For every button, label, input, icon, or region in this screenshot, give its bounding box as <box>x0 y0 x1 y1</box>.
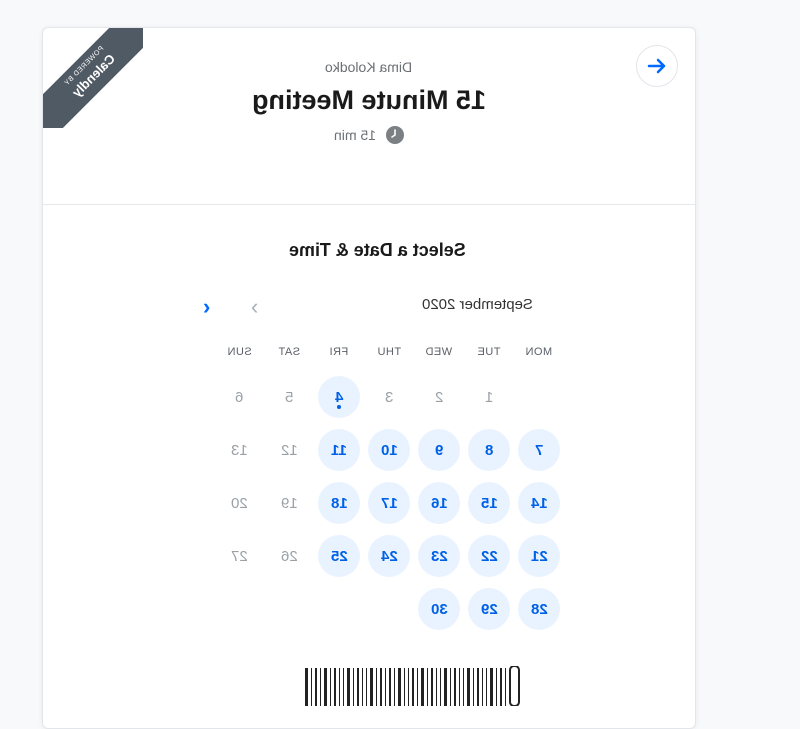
day-21[interactable]: 21 <box>518 535 560 577</box>
day-number: 8 <box>484 441 494 459</box>
month-label-text: September 2020 <box>422 296 533 313</box>
booking-card: POWERED BY Calendly Dima Kolodko 15 Minu… <box>42 27 696 729</box>
day-1: 1 <box>468 376 510 418</box>
event-duration: 15 min <box>43 126 695 147</box>
day-number: 19 <box>280 494 298 512</box>
day-number: 6 <box>234 388 244 406</box>
event-owner-text: Dima Kolodko <box>325 59 413 75</box>
day-number: 23 <box>430 547 448 565</box>
day-25[interactable]: 25 <box>318 535 360 577</box>
clock-icon <box>385 126 404 147</box>
day-11[interactable]: 11 <box>318 429 360 471</box>
weekday-fri: FRI <box>317 346 361 358</box>
day-27: 27 <box>218 535 260 577</box>
day-2: 2 <box>418 376 460 418</box>
weekday-text: SUN <box>226 346 252 358</box>
day-26: 26 <box>268 535 310 577</box>
day-number: 13 <box>230 441 248 459</box>
day-number: 17 <box>380 494 398 512</box>
day-22[interactable]: 22 <box>468 535 510 577</box>
day-number: 30 <box>430 600 448 618</box>
day-number: 29 <box>480 600 498 618</box>
day-4[interactable]: 4 <box>318 376 360 418</box>
chevron-right-icon: › <box>203 294 211 319</box>
day-number: 3 <box>384 388 394 406</box>
day-number: 21 <box>530 547 548 565</box>
day-20: 20 <box>218 482 260 524</box>
next-month-button[interactable]: › <box>203 294 225 319</box>
day-number: 28 <box>530 600 548 618</box>
day-number: 16 <box>430 494 448 512</box>
day-15[interactable]: 15 <box>468 482 510 524</box>
month-navigation: › ‹ September 2020 <box>203 294 533 319</box>
day-5: 5 <box>268 376 310 418</box>
day-18[interactable]: 18 <box>318 482 360 524</box>
weekday-text: FRI <box>329 346 349 358</box>
day-14[interactable]: 14 <box>518 482 560 524</box>
header-divider <box>43 204 695 205</box>
day-number: 15 <box>480 494 498 512</box>
chevron-left-icon: ‹ <box>251 294 259 319</box>
event-title-text: 15 Minute Meeting <box>251 85 487 115</box>
weekday-wed: WED <box>417 346 461 358</box>
day-13: 13 <box>218 429 260 471</box>
day-24[interactable]: 24 <box>368 535 410 577</box>
day-number: 27 <box>230 547 248 565</box>
day-number: 25 <box>330 547 348 565</box>
day-number: 24 <box>380 547 398 565</box>
day-9[interactable]: 9 <box>418 429 460 471</box>
weekday-sat: SAT <box>267 346 311 358</box>
weekday-thu: THU <box>367 346 411 358</box>
barcode-icon <box>305 666 520 706</box>
day-6: 6 <box>218 376 260 418</box>
weekday-text: MON <box>525 346 553 358</box>
day-23[interactable]: 23 <box>418 535 460 577</box>
section-title: Select a Date & Time <box>43 240 695 261</box>
day-12: 12 <box>268 429 310 471</box>
weekday-text: THU <box>376 346 402 358</box>
day-number: 26 <box>280 547 298 565</box>
event-owner: Dima Kolodko <box>43 59 695 75</box>
day-number: 22 <box>480 547 498 565</box>
day-number: 9 <box>434 441 444 459</box>
day-number: 20 <box>230 494 248 512</box>
day-16[interactable]: 16 <box>418 482 460 524</box>
day-8[interactable]: 8 <box>468 429 510 471</box>
day-10[interactable]: 10 <box>368 429 410 471</box>
day-28[interactable]: 28 <box>518 588 560 630</box>
day-number: 2 <box>434 388 444 406</box>
weekday-text: WED <box>425 346 453 358</box>
day-number: 10 <box>380 441 398 459</box>
day-number: 11 <box>331 441 347 459</box>
day-7[interactable]: 7 <box>518 429 560 471</box>
day-number: 5 <box>284 388 294 406</box>
weekday-sun: SUN <box>217 346 261 358</box>
day-number: 12 <box>280 441 298 459</box>
day-17[interactable]: 17 <box>368 482 410 524</box>
day-number: 18 <box>330 494 348 512</box>
event-duration-text: 15 min <box>334 127 377 144</box>
day-number: 1 <box>484 388 494 406</box>
previous-month-button[interactable]: ‹ <box>251 294 273 319</box>
day-number: 14 <box>530 494 548 512</box>
day-3: 3 <box>368 376 410 418</box>
day-30[interactable]: 30 <box>418 588 460 630</box>
event-title: 15 Minute Meeting <box>43 85 695 116</box>
day-29[interactable]: 29 <box>468 588 510 630</box>
day-number: 4 <box>334 388 344 406</box>
month-label: September 2020 <box>422 296 533 313</box>
weekday-text: SAT <box>277 346 301 358</box>
day-19: 19 <box>268 482 310 524</box>
weekday-tue: TUE <box>467 346 511 358</box>
today-indicator <box>337 405 341 409</box>
day-number: 7 <box>534 441 544 459</box>
weekday-mon: MON <box>517 346 561 358</box>
section-title-text: Select a Date & Time <box>288 240 466 260</box>
weekday-text: TUE <box>477 346 501 358</box>
